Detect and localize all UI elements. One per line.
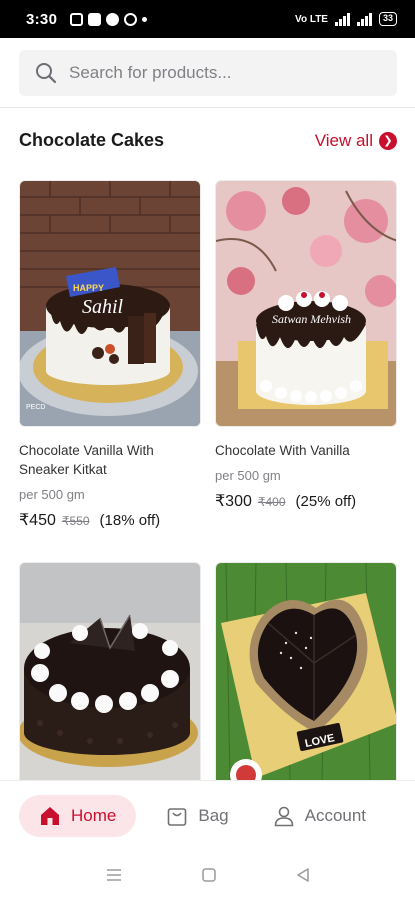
nav-account-label: Account	[304, 805, 367, 825]
nav-account[interactable]: Account	[273, 805, 366, 827]
product-name: Chocolate Vanilla With Sneaker Kitkat	[19, 443, 154, 477]
nav-home[interactable]: Home	[19, 794, 137, 837]
system-nav-bar	[0, 850, 415, 900]
product-card[interactable]: LOVE	[215, 562, 397, 780]
signal-icon-2	[356, 12, 372, 26]
product-name: Chocolate With Vanilla	[215, 443, 350, 458]
image-watermark: PECD	[26, 404, 45, 411]
bottom-nav: Home Bag Account	[0, 780, 415, 850]
nav-bag[interactable]: Bag	[166, 805, 229, 827]
nav-home-label: Home	[71, 805, 117, 825]
product-unit: per 500 gm	[19, 487, 85, 502]
product-image: LOVE	[215, 562, 397, 780]
view-all-label: View all	[314, 130, 373, 150]
menu-nav-icon[interactable]	[105, 868, 123, 882]
sync-icon	[124, 12, 138, 26]
product-discount: (25% off)	[295, 493, 357, 510]
product-discount: (18% off)	[99, 512, 161, 529]
signal-icon	[334, 12, 350, 26]
back-nav-icon[interactable]	[295, 867, 311, 883]
search-bar[interactable]	[19, 50, 397, 96]
more-notifications-icon	[142, 16, 148, 22]
product-image: Satwan Mehvish	[215, 180, 397, 427]
product-image: HAPPY Sahil PECD	[19, 180, 201, 427]
cake-inscription: Sahil	[82, 296, 124, 318]
bag-icon	[168, 807, 187, 826]
battery-icon: 33	[378, 12, 397, 26]
price-row: ₹300 ₹400 (25% off)	[215, 491, 397, 511]
cake-inscription: Satwan Mehvish	[272, 312, 351, 326]
product-card[interactable]: Satwan Mehvish Chocolate With Vanilla pe…	[215, 180, 397, 511]
product-card[interactable]: HAPPY Sahil PECD Chocolate Vanilla With …	[19, 180, 201, 530]
product-card[interactable]	[19, 562, 201, 780]
view-all-link[interactable]: View all ❯	[315, 131, 397, 151]
network-indicator: Vo LTE	[295, 13, 328, 25]
svg-text:HAPPY: HAPPY	[73, 283, 104, 293]
section-title: Chocolate Cakes	[19, 130, 165, 150]
search-input[interactable]	[69, 63, 369, 83]
message-icon	[106, 12, 120, 26]
status-time: 3:30	[26, 10, 58, 28]
product-price: ₹300	[215, 493, 252, 510]
square-nav-icon[interactable]	[201, 867, 217, 883]
arrow-right-icon: ❯	[379, 131, 397, 150]
search-icon	[36, 63, 57, 84]
home-icon	[41, 806, 59, 825]
product-image	[19, 562, 201, 780]
section-header: Chocolate Cakes View all ❯	[19, 130, 397, 151]
price-row: ₹450 ₹550 (18% off)	[19, 510, 201, 530]
status-bar: 3:30 Vo LTE 33	[0, 0, 415, 38]
chat-app-icon	[88, 12, 102, 26]
notification-icon	[70, 12, 84, 26]
product-price: ₹450	[19, 512, 56, 529]
product-unit: per 500 gm	[215, 468, 281, 483]
account-icon	[274, 806, 293, 826]
nav-bag-label: Bag	[198, 805, 229, 825]
product-mrp: ₹550	[61, 514, 90, 528]
header-divider	[0, 107, 415, 108]
product-mrp: ₹400	[257, 495, 286, 509]
